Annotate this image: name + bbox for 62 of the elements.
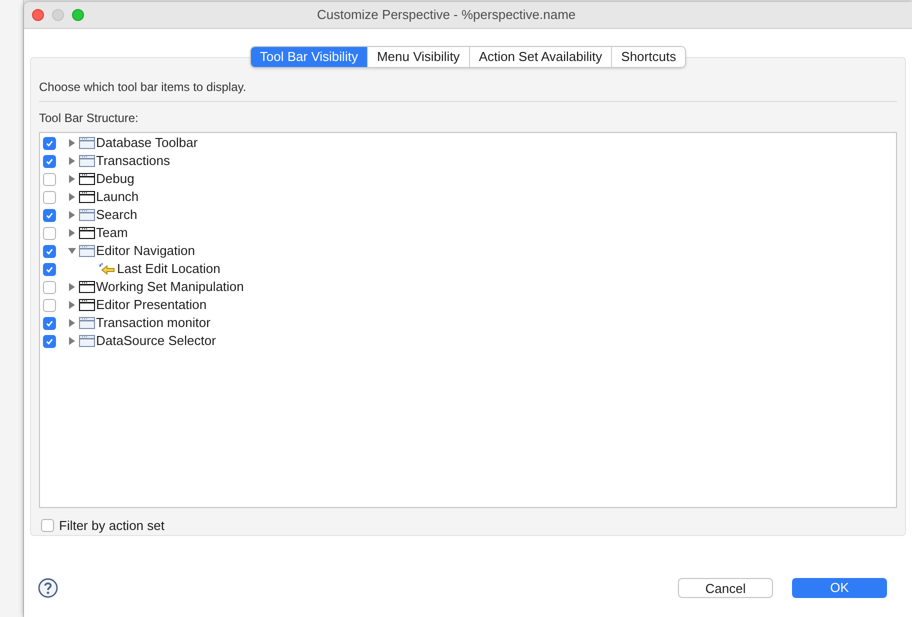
toolbar-icon (79, 281, 95, 293)
cancel-button[interactable]: Cancel (678, 578, 773, 598)
collapsed-triangle-icon[interactable] (68, 175, 76, 183)
tree-item-label[interactable]: Editor Presentation (96, 295, 207, 315)
checkbox[interactable] (43, 226, 56, 240)
tree-item-label[interactable]: Debug (96, 169, 134, 189)
tree-item-label[interactable]: Working Set Manipulation (96, 277, 244, 297)
tree-item-label[interactable]: Editor Navigation (96, 241, 195, 261)
checkbox[interactable] (43, 208, 56, 222)
tree-item-label[interactable]: Transaction monitor (96, 313, 210, 333)
toolbar-icon (79, 173, 95, 185)
collapsed-triangle-icon[interactable] (68, 283, 76, 291)
tree-item-label[interactable]: Transactions (96, 151, 170, 171)
toolbar-icon (79, 299, 95, 311)
expanded-triangle-icon[interactable] (68, 247, 76, 255)
tab[interactable]: Menu Visibility (366, 47, 469, 67)
collapsed-triangle-icon[interactable] (68, 157, 76, 165)
collapsed-triangle-icon[interactable] (68, 337, 76, 345)
checkbox[interactable] (43, 334, 56, 348)
collapsed-triangle-icon[interactable] (68, 319, 76, 327)
collapsed-triangle-icon[interactable] (68, 229, 76, 237)
collapsed-triangle-icon[interactable] (68, 301, 76, 309)
checkbox[interactable] (41, 518, 54, 532)
toolbar-icon (79, 335, 95, 347)
checkbox[interactable] (43, 244, 56, 258)
tree-item-label[interactable]: Team (96, 223, 128, 243)
tree-label: Tool Bar Structure: (39, 110, 140, 127)
tree-item-label[interactable]: Database Toolbar (96, 133, 198, 153)
checkbox[interactable] (43, 154, 56, 168)
tab[interactable]: Shortcuts (611, 47, 686, 67)
close-button[interactable] (32, 9, 44, 21)
toolbar-icon (79, 191, 95, 203)
ok-button[interactable]: OK (792, 578, 887, 598)
collapsed-triangle-icon[interactable] (68, 211, 76, 219)
tab[interactable]: Action Set Availability (468, 47, 612, 67)
toolbar-icon (79, 227, 95, 239)
checkbox[interactable] (43, 262, 56, 276)
filter-label[interactable]: Filter by action set (59, 516, 164, 535)
checkbox[interactable] (43, 316, 56, 330)
zoom-button[interactable] (72, 9, 84, 21)
checkbox[interactable] (43, 190, 56, 204)
collapsed-triangle-icon[interactable] (68, 139, 76, 147)
toolbar-icon (79, 317, 95, 329)
tree-item-label[interactable]: Last Edit Location (117, 259, 220, 279)
tree-item-label[interactable]: Search (96, 205, 138, 225)
tree-item-label[interactable]: DataSource Selector (96, 331, 216, 351)
description-text: Choose which tool bar items to display. (39, 78, 897, 102)
left-arrow-icon (98, 262, 116, 276)
help-icon[interactable] (38, 578, 58, 598)
toolbar-icon (79, 245, 95, 257)
window-title: Customize Perspective - %perspective.name (317, 6, 576, 24)
checkmark-icon (45, 210, 54, 220)
checkbox[interactable] (43, 298, 56, 312)
toolbar-icon (79, 155, 95, 167)
toolbar-icon (79, 209, 95, 221)
checkbox[interactable] (43, 280, 56, 294)
checkbox[interactable] (43, 172, 56, 186)
tab[interactable]: Tool Bar Visibility (250, 47, 367, 67)
collapsed-triangle-icon[interactable] (68, 193, 76, 201)
toolbar-icon (79, 137, 95, 149)
checkbox[interactable] (43, 136, 56, 150)
tree-item-label[interactable]: Launch (96, 187, 139, 207)
